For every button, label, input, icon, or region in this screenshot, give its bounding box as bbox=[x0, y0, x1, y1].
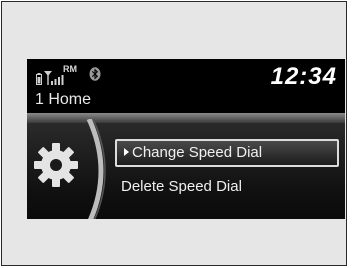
selector-arc bbox=[83, 117, 113, 219]
display-screen: RM 12:34 1 Home Change Speed Dial Delete… bbox=[27, 59, 345, 219]
battery-icon bbox=[36, 73, 42, 85]
roaming-indicator: RM bbox=[63, 64, 77, 74]
menu-item-delete-speed-dial[interactable]: Delete Speed Dial bbox=[121, 173, 345, 201]
menu-area: Change Speed Dial Delete Speed Dial bbox=[27, 117, 345, 219]
menu-item-change-speed-dial[interactable]: Change Speed Dial bbox=[115, 139, 339, 167]
figure-frame: RM 12:34 1 Home Change Speed Dial Delete… bbox=[1, 1, 347, 266]
gear-icon bbox=[32, 141, 80, 194]
clock: 12:34 bbox=[270, 63, 337, 90]
status-icons bbox=[36, 67, 66, 85]
selection-pointer-icon bbox=[124, 148, 129, 156]
bluetooth-icon bbox=[89, 67, 101, 86]
header-divider bbox=[27, 113, 345, 123]
page-title: 1 Home bbox=[35, 91, 92, 108]
menu-item-label: Delete Speed Dial bbox=[121, 178, 242, 195]
menu-item-label: Change Speed Dial bbox=[132, 144, 263, 161]
